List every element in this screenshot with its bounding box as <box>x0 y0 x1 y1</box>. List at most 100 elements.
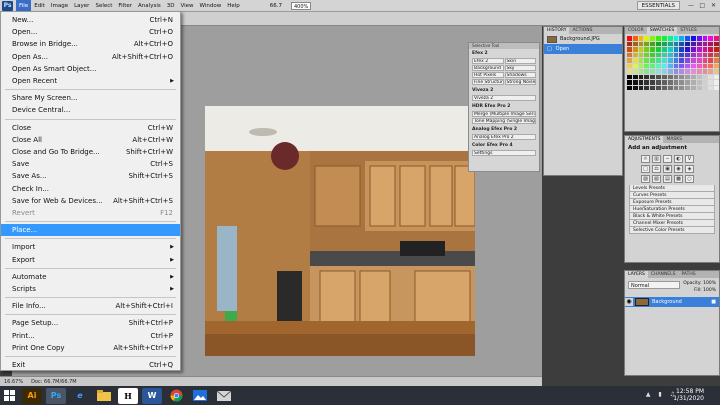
color-swatch[interactable] <box>632 80 638 85</box>
nik-hdr-tonemap-button[interactable]: Tone Mapping (Single Image) <box>472 118 536 124</box>
color-swatch[interactable] <box>650 41 656 46</box>
file-menu-item[interactable]: Save As... Shift+Ctrl+S <box>1 170 180 182</box>
color-swatch[interactable] <box>673 85 679 90</box>
color-swatch[interactable] <box>650 63 656 68</box>
file-menu-item[interactable]: New... Ctrl+N <box>1 14 180 26</box>
document-canvas[interactable] <box>205 106 475 356</box>
file-menu-item[interactable]: Export ▶ <box>1 254 180 266</box>
color-swatch[interactable] <box>685 69 690 74</box>
file-menu-item[interactable]: Close and Go To Bridge... Shift+Ctrl+W <box>1 146 180 158</box>
tab-layers[interactable]: LAYERS <box>625 271 648 278</box>
color-swatch[interactable] <box>685 74 690 79</box>
color-swatch[interactable] <box>650 58 656 63</box>
color-swatch[interactable] <box>708 69 714 74</box>
color-swatch[interactable] <box>702 36 708 41</box>
color-swatch[interactable] <box>708 85 714 90</box>
color-swatch[interactable] <box>696 36 702 41</box>
color-swatch[interactable] <box>714 36 719 41</box>
color-swatch[interactable] <box>679 47 685 52</box>
color-swatch[interactable] <box>714 74 719 79</box>
color-swatch[interactable] <box>661 85 667 90</box>
color-swatch[interactable] <box>656 74 661 79</box>
color-swatch[interactable] <box>690 80 696 85</box>
color-swatch[interactable] <box>685 36 690 41</box>
color-swatch[interactable] <box>690 47 696 52</box>
color-swatch[interactable] <box>696 41 702 46</box>
color-swatch[interactable] <box>690 58 696 63</box>
color-swatch[interactable] <box>627 63 632 68</box>
tab-adjustments[interactable]: ADJUSTMENTS <box>625 136 664 143</box>
color-swatch[interactable] <box>656 36 661 41</box>
photos-app-icon[interactable] <box>190 388 210 404</box>
app-h-icon[interactable]: H <box>118 387 138 404</box>
color-swatch[interactable] <box>644 52 650 57</box>
selective-color-icon[interactable]: ○ <box>685 175 694 183</box>
nik-option[interactable]: Efex 2 <box>472 58 504 64</box>
nik-option[interactable]: Skin <box>504 58 536 64</box>
color-swatch[interactable] <box>632 74 638 79</box>
color-swatch[interactable] <box>627 69 632 74</box>
color-swatch[interactable] <box>661 69 667 74</box>
menu-view[interactable]: View <box>177 0 196 12</box>
status-zoom[interactable]: 16.67% <box>0 379 27 385</box>
color-swatch[interactable] <box>656 41 661 46</box>
color-swatch[interactable] <box>644 58 650 63</box>
tab-actions[interactable]: ACTIONS <box>569 27 595 34</box>
color-swatch[interactable] <box>696 58 702 63</box>
file-menu-item[interactable]: Scripts ▶ <box>1 283 180 295</box>
nik-section-color-efex[interactable]: Color Efex Pro 4 <box>469 141 539 149</box>
color-swatch[interactable] <box>702 58 708 63</box>
color-swatch[interactable] <box>685 52 690 57</box>
fill-field[interactable]: Fill: 100% <box>694 288 716 293</box>
preset-black-white[interactable]: Black & White Presets <box>629 213 715 220</box>
internet-explorer-icon[interactable]: e <box>70 388 90 404</box>
brightness-contrast-icon[interactable]: ☼ <box>641 155 650 163</box>
color-swatch[interactable] <box>679 52 685 57</box>
color-swatch[interactable] <box>714 58 719 63</box>
menu-help[interactable]: Help <box>224 0 243 12</box>
color-swatch[interactable] <box>632 36 638 41</box>
color-swatch[interactable] <box>679 58 685 63</box>
color-swatch[interactable] <box>650 74 656 79</box>
color-swatch[interactable] <box>632 52 638 57</box>
color-swatch[interactable] <box>696 63 702 68</box>
color-swatch[interactable] <box>627 74 632 79</box>
curves-icon[interactable]: ∽ <box>663 155 672 163</box>
color-swatch[interactable] <box>702 80 708 85</box>
tab-styles[interactable]: STYLES <box>677 27 700 34</box>
nik-option[interactable]: Strong Noise <box>504 79 536 85</box>
menu-file[interactable]: File <box>16 0 32 12</box>
file-menu-item[interactable]: Exit Ctrl+Q <box>1 359 180 371</box>
zoom-dropdown[interactable]: 400% <box>291 1 312 10</box>
color-swatch[interactable] <box>644 63 650 68</box>
color-swatch[interactable] <box>667 69 673 74</box>
color-swatch[interactable] <box>650 80 656 85</box>
nik-settings-button[interactable]: Settings <box>472 150 536 156</box>
color-swatch[interactable] <box>690 52 696 57</box>
nik-section-analog[interactable]: Analog Efex Pro 2 <box>469 125 539 133</box>
color-swatch[interactable] <box>627 85 632 90</box>
file-menu-item[interactable]: Import ▶ <box>1 241 180 253</box>
color-swatch[interactable] <box>708 80 714 85</box>
posterize-icon[interactable]: ▧ <box>652 175 661 183</box>
layer-row[interactable]: ◉ Background ■ <box>625 297 719 307</box>
tab-swatches[interactable]: SWATCHES <box>646 27 678 34</box>
color-swatch[interactable] <box>673 41 679 46</box>
file-menu-item[interactable]: Browse in Bridge... Alt+Ctrl+O <box>1 38 180 50</box>
color-swatch[interactable] <box>656 63 661 68</box>
color-swatch[interactable] <box>702 52 708 57</box>
menu-select[interactable]: Select <box>92 0 115 12</box>
color-swatch[interactable] <box>656 80 661 85</box>
nik-section-viveza[interactable]: Viveza 2 <box>469 86 539 94</box>
menu-window[interactable]: Window <box>197 0 225 12</box>
color-swatch[interactable] <box>673 52 679 57</box>
color-swatch[interactable] <box>679 85 685 90</box>
color-swatch[interactable] <box>696 69 702 74</box>
color-swatch[interactable] <box>627 47 632 52</box>
nik-option[interactable]: Background <box>472 65 504 71</box>
color-swatch[interactable] <box>679 74 685 79</box>
black-white-icon[interactable]: ▣ <box>663 165 672 173</box>
blend-mode-select[interactable]: Normal <box>628 281 680 289</box>
color-swatch[interactable] <box>661 47 667 52</box>
color-swatch[interactable] <box>702 63 708 68</box>
